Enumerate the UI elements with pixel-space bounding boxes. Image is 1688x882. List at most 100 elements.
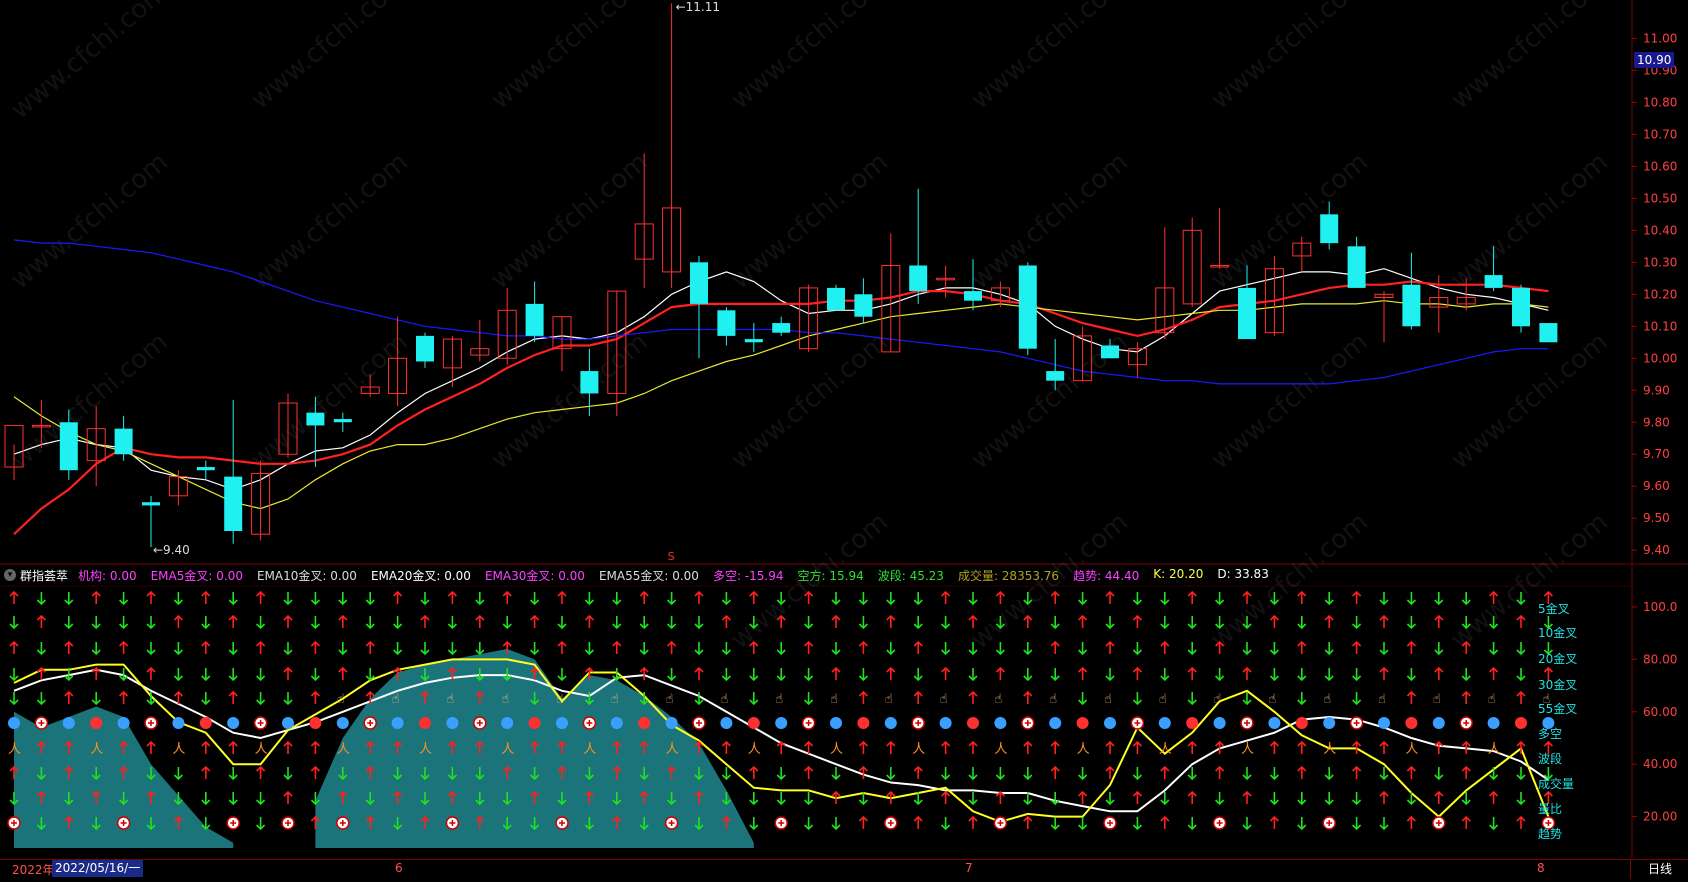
indicator-name[interactable]: 群指荟萃 <box>20 567 68 584</box>
legend-label-2: 20金叉 <box>1538 651 1577 666</box>
signal-down-arrow <box>1406 792 1416 806</box>
signal-down-arrow <box>228 592 238 606</box>
signal-up-arrow <box>146 590 156 604</box>
watermark-text: www.cfchi.com <box>5 147 174 295</box>
signal-down-arrow <box>228 767 238 781</box>
signal-up-arrow <box>831 614 841 628</box>
signal-up-arrow <box>667 640 677 654</box>
signal-down-arrow <box>146 642 156 656</box>
price-tick-label: 9.90 <box>1643 383 1670 397</box>
signal-down-arrow <box>1132 817 1142 831</box>
signal-down-arrow <box>201 692 211 706</box>
signal-up-arrow <box>858 740 868 754</box>
signal-blue-ball-icon <box>994 717 1007 729</box>
signal-down-arrow <box>1489 642 1499 656</box>
year-label: 2022年 <box>12 863 55 877</box>
legend-label-0: 5金叉 <box>1538 601 1570 616</box>
signal-down-arrow <box>941 616 951 630</box>
signal-up-arrow <box>1105 740 1115 754</box>
signal-down-arrow <box>1297 792 1307 806</box>
watermark-text: www.cfchi.com <box>725 0 894 115</box>
candle-body-down <box>854 294 873 317</box>
indicator-value-4: EMA30金叉: 0.00 <box>484 568 585 583</box>
signal-down-arrow <box>858 668 868 682</box>
signal-runner-icon: 人 <box>337 742 350 757</box>
signal-up-arrow <box>91 590 101 604</box>
signal-up-arrow <box>447 590 457 604</box>
signal-red-ball-icon <box>1076 717 1089 729</box>
signal-down-arrow <box>201 817 211 831</box>
signal-down-arrow <box>1379 592 1389 606</box>
signal-runner-icon: 人 <box>1323 742 1336 757</box>
signal-blue-ball-icon <box>665 717 678 729</box>
signal-up-arrow <box>1352 640 1362 654</box>
price-axis: 11.00 10.90 10.80 10.70 10.60 10.50 10.40 10.30… <box>1632 31 1677 557</box>
signal-red-ball-icon <box>90 717 103 729</box>
signal-blue-ball-icon <box>62 717 75 729</box>
indicator-value-8: 波段: 45.23 <box>877 568 944 583</box>
signal-down-arrow <box>1379 817 1389 831</box>
signal-up-arrow <box>1050 640 1060 654</box>
signal-red-ball-icon <box>638 717 651 729</box>
stock-chart-svg[interactable]: 11.00 10.90 10.80 10.70 10.60 10.50 10.40 10.30… <box>0 0 1688 878</box>
signal-up-arrow <box>858 815 868 829</box>
signal-red-ball-icon <box>199 717 212 729</box>
signal-up-arrow <box>1489 790 1499 804</box>
signal-down-arrow <box>612 592 622 606</box>
candles <box>4 3 1558 548</box>
indicator-tick-label: 60.00 <box>1643 705 1677 719</box>
signal-up-arrow <box>1379 666 1389 680</box>
signal-up-arrow <box>804 640 814 654</box>
signal-down-arrow <box>858 592 868 606</box>
signal-down-arrow <box>721 668 731 682</box>
signal-hand-icon: ☝ <box>1268 692 1276 707</box>
period-button[interactable]: 日线 <box>1630 860 1688 879</box>
signal-down-arrow <box>256 792 266 806</box>
signal-hand-icon: ☝ <box>392 692 400 707</box>
signal-red-ball-icon <box>747 717 760 729</box>
signal-up-arrow <box>1297 640 1307 654</box>
signal-runner-icon: 人 <box>255 742 268 757</box>
candle-body-down <box>59 422 78 471</box>
legend-label-1: 10金叉 <box>1538 625 1577 640</box>
signal-up-arrow <box>1489 666 1499 680</box>
signal-up-arrow <box>941 590 951 604</box>
signal-down-arrow <box>365 592 375 606</box>
indicator-value-7: 空方: 15.94 <box>797 568 864 583</box>
candle-body-down <box>1402 284 1421 327</box>
signal-up-arrow <box>1269 740 1279 754</box>
signal-down-arrow <box>1242 817 1252 831</box>
signal-red-ball-icon <box>1186 717 1199 729</box>
signal-up-arrow <box>1406 765 1416 779</box>
signal-runner-icon: 人 <box>90 742 103 757</box>
signal-down-arrow <box>1379 642 1389 656</box>
signal-up-arrow <box>228 740 238 754</box>
chart-window: 11.00 10.90 10.80 10.70 10.60 10.50 10.40 10.30… <box>0 0 1688 878</box>
signal-down-arrow <box>1324 767 1334 781</box>
signal-blue-ball-icon <box>830 717 842 729</box>
signal-down-arrow <box>310 616 320 630</box>
signal-down-arrow <box>530 592 540 606</box>
indicator-tick-label: 80.00 <box>1643 652 1677 666</box>
signal-down-arrow <box>1324 668 1334 682</box>
signal-blue-ball-icon <box>884 717 897 729</box>
signal-hand-icon: ☝ <box>666 692 674 707</box>
signal-down-arrow <box>256 668 266 682</box>
signal-runner-icon: 人 <box>666 742 679 757</box>
watermark-text: www.cfchi.com <box>725 327 894 475</box>
signal-up-arrow <box>1078 614 1088 628</box>
signal-up-arrow <box>365 640 375 654</box>
legend-label-5: 多空 <box>1538 727 1562 741</box>
signal-down-arrow <box>776 668 786 682</box>
signal-up-arrow <box>283 614 293 628</box>
signal-up-arrow <box>1297 590 1307 604</box>
signal-down-arrow <box>886 592 896 606</box>
watermark-text: www.cfchi.com <box>5 0 174 125</box>
watermark-layer: www.cfchi.com www.cfchi.com www.cfchi.com w… <box>5 0 1614 655</box>
signal-up-arrow <box>886 666 896 680</box>
signal-up-arrow <box>310 690 320 704</box>
signal-red-ball-icon <box>1295 717 1308 729</box>
signal-down-arrow <box>1352 668 1362 682</box>
signal-runner-icon: 人 <box>1488 742 1501 757</box>
collapse-icon[interactable]: ▾ <box>4 569 16 581</box>
